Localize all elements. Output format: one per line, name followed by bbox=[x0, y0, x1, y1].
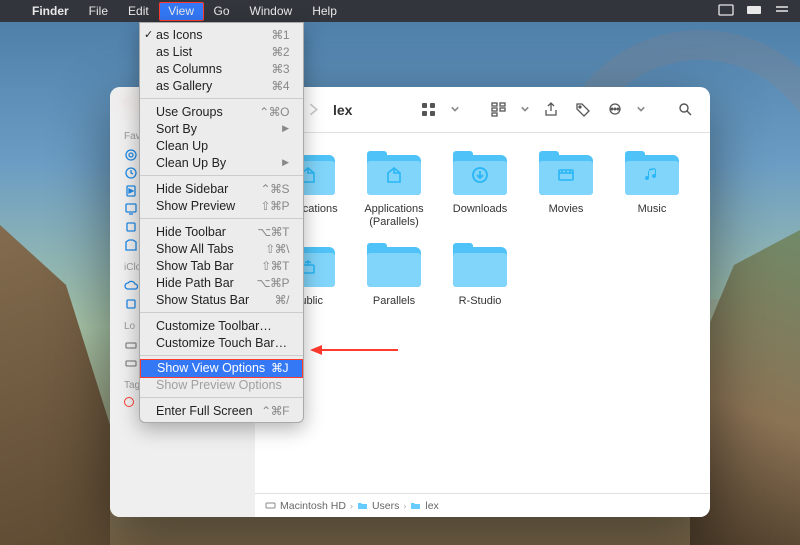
menu-customize-toolbar[interactable]: Customize Toolbar… bbox=[140, 317, 303, 334]
folder-icon bbox=[537, 151, 595, 199]
menu-as-icons[interactable]: as Icons⌘1 bbox=[140, 26, 303, 43]
search-button[interactable] bbox=[672, 99, 698, 121]
menu-separator bbox=[140, 98, 303, 99]
menu-show-preview[interactable]: Show Preview⇧⌘P bbox=[140, 197, 303, 214]
menu-sort-by[interactable]: Sort By▶ bbox=[140, 120, 303, 137]
folder-item[interactable]: R-Studio bbox=[437, 243, 523, 308]
menu-separator bbox=[140, 397, 303, 398]
view-dropdown-button[interactable] bbox=[448, 99, 462, 121]
control-center-icon[interactable] bbox=[774, 3, 790, 20]
folder-icon bbox=[451, 243, 509, 291]
menu-clean-up[interactable]: Clean Up bbox=[140, 137, 303, 154]
menubar-help[interactable]: Help bbox=[302, 1, 347, 21]
menu-as-gallery[interactable]: as Gallery⌘4 bbox=[140, 77, 303, 94]
folder-icon bbox=[623, 151, 681, 199]
chevron-right-icon: ▶ bbox=[282, 157, 289, 168]
folder-item[interactable]: Movies bbox=[523, 151, 609, 229]
path-segment[interactable]: Users bbox=[372, 500, 399, 512]
menubar-file[interactable]: File bbox=[79, 1, 118, 21]
menubar: Finder File Edit View Go Window Help bbox=[0, 0, 800, 22]
menu-show-all-tabs[interactable]: Show All Tabs⇧⌘\ bbox=[140, 240, 303, 257]
menubar-go[interactable]: Go bbox=[204, 1, 240, 21]
menu-separator bbox=[140, 218, 303, 219]
annotation-arrow-icon bbox=[310, 342, 400, 358]
menubar-status-icon[interactable] bbox=[718, 3, 734, 20]
finder-main: lex Applications Applications (Parallels… bbox=[255, 87, 710, 517]
folder-content[interactable]: Applications Applications (Parallels) Do… bbox=[255, 133, 710, 493]
tag-dot-icon bbox=[124, 397, 134, 407]
menu-customize-touch-bar[interactable]: Customize Touch Bar… bbox=[140, 334, 303, 351]
path-segment[interactable]: lex bbox=[425, 500, 438, 512]
folder-label: Movies bbox=[549, 203, 584, 216]
menu-use-groups[interactable]: Use Groups⌃⌘O bbox=[140, 103, 303, 120]
path-bar: Macintosh HD › Users › lex bbox=[255, 493, 710, 517]
menu-hide-sidebar[interactable]: Hide Sidebar⌃⌘S bbox=[140, 180, 303, 197]
wallpaper-decoration bbox=[0, 145, 110, 545]
path-segment[interactable]: Macintosh HD bbox=[280, 500, 346, 512]
menubar-window[interactable]: Window bbox=[240, 1, 303, 21]
folder-label: Downloads bbox=[453, 203, 507, 216]
action-button[interactable] bbox=[602, 99, 628, 121]
menu-hide-path-bar[interactable]: Hide Path Bar⌥⌘P bbox=[140, 274, 303, 291]
menu-separator bbox=[140, 355, 303, 356]
chevron-right-icon: ▶ bbox=[282, 123, 289, 134]
menu-hide-toolbar[interactable]: Hide Toolbar⌥⌘T bbox=[140, 223, 303, 240]
folder-item[interactable]: Parallels bbox=[351, 243, 437, 308]
share-button[interactable] bbox=[538, 99, 564, 121]
folder-label: Applications (Parallels) bbox=[354, 203, 434, 229]
menubar-app[interactable]: Finder bbox=[22, 1, 79, 21]
group-button[interactable] bbox=[486, 99, 512, 121]
group-dropdown-button[interactable] bbox=[518, 99, 532, 121]
menubar-status-icon[interactable] bbox=[746, 3, 762, 20]
menu-separator bbox=[140, 175, 303, 176]
menubar-edit[interactable]: Edit bbox=[118, 1, 159, 21]
view-menu-dropdown: as Icons⌘1 as List⌘2 as Columns⌘3 as Gal… bbox=[139, 22, 304, 423]
tags-button[interactable] bbox=[570, 99, 596, 121]
menu-show-preview-options: Show Preview Options bbox=[140, 376, 303, 393]
folder-label: Music bbox=[638, 203, 667, 216]
menu-as-columns[interactable]: as Columns⌘3 bbox=[140, 60, 303, 77]
folder-icon bbox=[365, 151, 423, 199]
view-icons-button[interactable] bbox=[416, 99, 442, 121]
menu-separator bbox=[140, 312, 303, 313]
menu-show-status-bar[interactable]: Show Status Bar⌘/ bbox=[140, 291, 303, 308]
menu-show-view-options[interactable]: Show View Options⌘J bbox=[140, 359, 303, 378]
folder-item[interactable]: Music bbox=[609, 151, 695, 229]
folder-item[interactable]: Applications (Parallels) bbox=[351, 151, 437, 229]
menubar-view[interactable]: View bbox=[159, 2, 204, 21]
folder-icon bbox=[365, 243, 423, 291]
window-title: lex bbox=[333, 102, 352, 118]
finder-toolbar: lex bbox=[255, 87, 710, 133]
action-dropdown-button[interactable] bbox=[634, 99, 648, 121]
folder-label: Parallels bbox=[373, 295, 415, 308]
menu-clean-up-by[interactable]: Clean Up By▶ bbox=[140, 154, 303, 171]
folder-item[interactable]: Downloads bbox=[437, 151, 523, 229]
folder-icon bbox=[451, 151, 509, 199]
menu-enter-full-screen[interactable]: Enter Full Screen⌃⌘F bbox=[140, 402, 303, 419]
menu-as-list[interactable]: as List⌘2 bbox=[140, 43, 303, 60]
folder-label: R-Studio bbox=[459, 295, 502, 308]
menu-show-tab-bar[interactable]: Show Tab Bar⇧⌘T bbox=[140, 257, 303, 274]
